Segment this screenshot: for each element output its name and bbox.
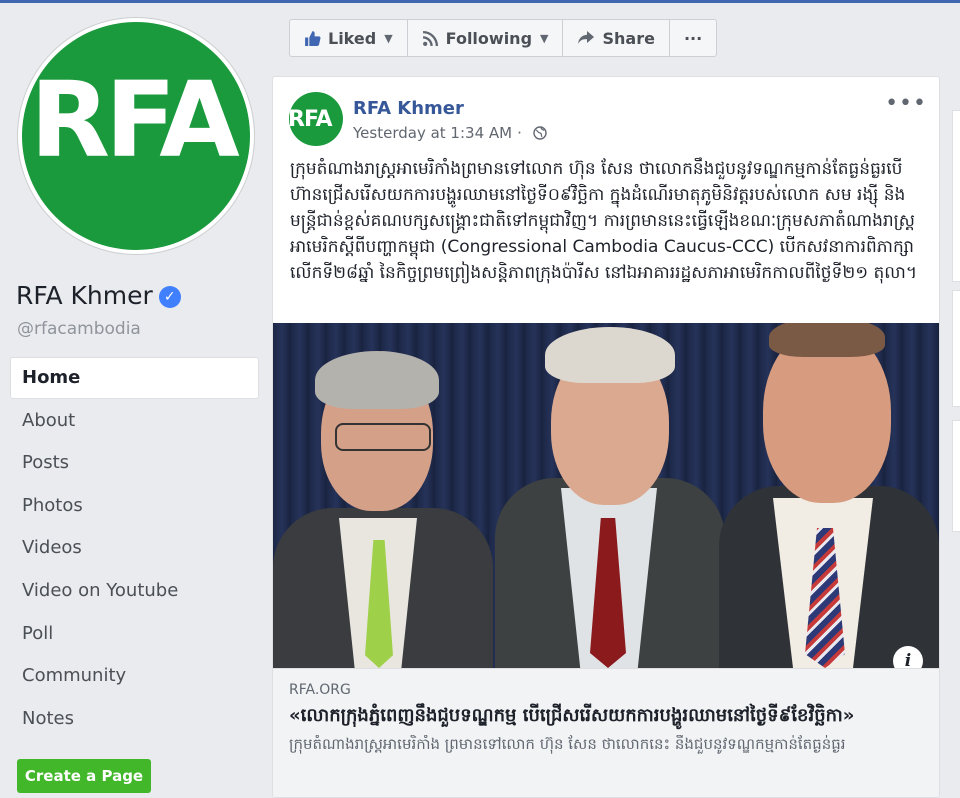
author-avatar[interactable]: RFA: [289, 92, 343, 146]
share-label: Share: [602, 28, 655, 48]
nav-item-poll[interactable]: Poll: [11, 614, 258, 654]
right-column-card: [952, 420, 960, 532]
page-handle[interactable]: @rfacambodia: [17, 319, 141, 339]
create-page-button[interactable]: Create a Page: [17, 759, 151, 793]
nav-item-photos[interactable]: Photos: [11, 486, 258, 526]
post-options-icon[interactable]: •••: [885, 91, 927, 116]
link-preview[interactable]: RFA.ORG «លោកក្រុងភ្នំពេញនឹងជួបទណ្ឌកម្ម ប…: [273, 668, 939, 797]
info-icon[interactable]: i: [893, 646, 923, 668]
nav-item-about[interactable]: About: [11, 401, 258, 441]
left-column: RFA RFA Khmer ✓ @rfacambodia Home About P…: [0, 3, 271, 793]
following-button[interactable]: Following ▼: [408, 20, 564, 56]
right-column-card: [952, 290, 960, 407]
link-description: ក្រុមតំណាងរាស្ត្រអាមេរិកាំង ព្រមានទៅលោក …: [289, 735, 846, 753]
nav-item-posts[interactable]: Posts: [11, 443, 258, 483]
logo-text: RFA: [30, 59, 240, 181]
post-meta: Yesterday at 1:34 AM ·: [353, 124, 547, 142]
avatar-logo-text: RFA: [289, 107, 332, 132]
post-photo[interactable]: i: [273, 323, 939, 668]
page-name-text: RFA Khmer: [16, 281, 153, 310]
nav-item-video-on-youtube[interactable]: Video on Youtube: [11, 571, 258, 611]
page-navigation: Home About Posts Photos Videos Video on …: [11, 358, 258, 741]
nav-item-home[interactable]: Home: [11, 358, 258, 398]
page-title[interactable]: RFA Khmer ✓: [16, 281, 181, 310]
globe-icon[interactable]: [533, 126, 547, 140]
right-column-card: [952, 110, 960, 282]
thumbs-up-icon: [304, 30, 321, 47]
rss-feed-icon: [422, 30, 439, 47]
post-body-text: ក្រុមតំណាងរាស្ត្រអាមេរិកាំងព្រមានទៅលោក ហ…: [290, 159, 918, 283]
link-domain: RFA.ORG: [289, 682, 351, 698]
post-timestamp[interactable]: Yesterday at 1:34 AM: [353, 124, 512, 142]
rfa-logo: RFA: [22, 22, 250, 250]
more-actions-button[interactable]: ···: [670, 20, 716, 56]
post-author[interactable]: RFA Khmer: [353, 98, 464, 119]
page-action-bar: Liked ▼ Following ▼ Share ···: [289, 19, 718, 57]
more-dots-icon: ···: [683, 28, 703, 48]
liked-label: Liked: [328, 28, 377, 48]
share-button[interactable]: Share: [563, 20, 670, 56]
share-arrow-icon: [577, 30, 595, 46]
nav-item-notes[interactable]: Notes: [11, 699, 258, 739]
liked-button[interactable]: Liked ▼: [290, 20, 408, 56]
nav-item-videos[interactable]: Videos: [11, 528, 258, 568]
post-card: RFA RFA Khmer Yesterday at 1:34 AM · •••…: [272, 76, 940, 798]
chevron-down-icon: ▼: [540, 31, 549, 45]
meta-separator: ·: [517, 124, 522, 142]
verified-badge-icon: ✓: [158, 286, 181, 308]
profile-picture[interactable]: RFA: [18, 18, 254, 254]
nav-item-community[interactable]: Community: [11, 656, 258, 696]
following-label: Following: [445, 28, 533, 48]
chevron-down-icon: ▼: [384, 31, 393, 45]
link-title[interactable]: «លោកក្រុងភ្នំពេញនឹងជួបទណ្ឌកម្ម បើជ្រើសរើ…: [289, 703, 929, 730]
